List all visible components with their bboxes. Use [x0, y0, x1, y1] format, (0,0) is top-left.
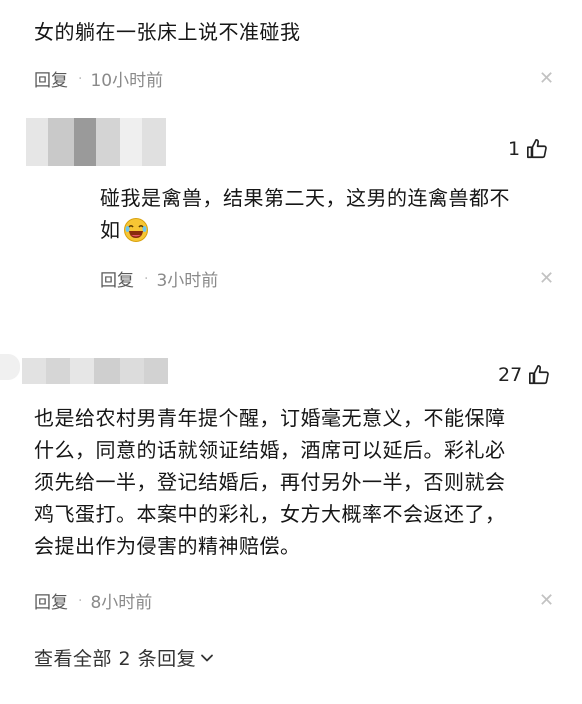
close-icon[interactable]: ✕ — [539, 590, 554, 611]
close-icon[interactable]: ✕ — [539, 68, 554, 89]
timestamp: 10小时前 — [90, 71, 164, 91]
avatar-edge — [0, 354, 20, 380]
view-all-replies-label: 查看全部 2 条回复 — [34, 648, 197, 670]
reply-button[interactable]: 回复 — [100, 266, 134, 291]
laughing-emoji-icon — [123, 218, 148, 242]
timestamp: 3小时前 — [156, 271, 219, 291]
comment-text-line: 须先给一半，登记结婚后，再付另外一半，否则就会 — [34, 470, 506, 494]
reply-button[interactable]: 回复 — [34, 66, 68, 91]
thumbs-up-icon — [529, 365, 550, 385]
chevron-down-icon — [201, 654, 214, 661]
reply-text-line: 如 — [100, 214, 149, 246]
reply-button[interactable]: 回复 — [34, 588, 68, 613]
comment-text-line: 也是给农村男青年提个醒，订婚毫无意义，不能保障 — [34, 406, 506, 430]
comment-meta: 回复 · 3小时前 — [100, 266, 219, 292]
username[interactable] — [22, 358, 168, 384]
reply-text-tail: 如 — [100, 218, 121, 242]
like-button[interactable]: 27 — [498, 364, 550, 386]
comment-text-line: 什么，同意的话就领证结婚，酒席可以延后。彩礼必 — [34, 438, 506, 462]
comment-text-line: 会提出作为侵害的精神赔偿。 — [34, 534, 301, 558]
comment-body: 也是给农村男青年提个醒，订婚毫无意义，不能保障 什么，同意的话就领证结婚，酒席可… — [34, 402, 506, 562]
like-count: 27 — [498, 364, 523, 386]
reply-text-line: 碰我是禽兽，结果第二天，这男的连禽兽都不 — [100, 186, 510, 210]
separator-dot: · — [78, 70, 83, 87]
comment-text-line: 鸡飞蛋打。本案中的彩礼，女方大概率不会返还了， — [34, 502, 506, 526]
like-count: 1 — [508, 138, 521, 160]
avatar[interactable] — [26, 118, 166, 166]
separator-dot: · — [144, 270, 149, 287]
close-icon[interactable]: ✕ — [539, 268, 554, 289]
thumbs-up-icon — [527, 139, 547, 159]
separator-dot: · — [78, 592, 83, 609]
like-button[interactable]: 1 — [508, 138, 548, 160]
comment-meta: 回复 · 10小时前 — [34, 66, 164, 92]
timestamp: 8小时前 — [90, 593, 153, 613]
view-all-replies-button[interactable]: 查看全部 2 条回复 — [34, 644, 214, 671]
comment-meta: 回复 · 8小时前 — [34, 588, 153, 614]
comment-text: 女的躺在一张床上说不准碰我 — [34, 20, 301, 44]
